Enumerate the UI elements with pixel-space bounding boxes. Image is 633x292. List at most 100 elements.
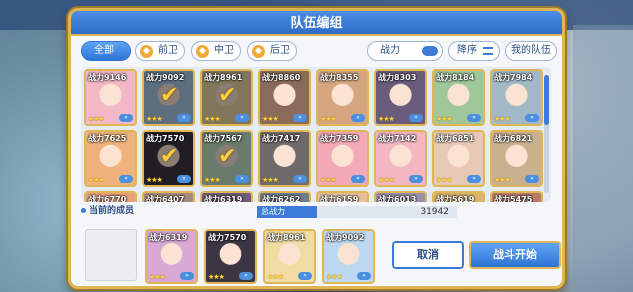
roster-character-card[interactable]: 战力8184 ★★★ » xyxy=(432,69,485,126)
tab-all[interactable]: 全部 xyxy=(81,41,131,61)
character-power: 战力7570 xyxy=(208,233,247,242)
character-power: 战力5619 xyxy=(436,195,475,202)
rank-badge-icon: » xyxy=(409,114,423,122)
party-member-slot[interactable]: 战力6319 ★★★ » xyxy=(145,229,198,284)
tab-midguard[interactable]: ◆ 中卫 xyxy=(191,41,241,61)
roster-character-card[interactable]: 战力9092 ★★★ » ✔ xyxy=(142,69,195,126)
roster-character-card[interactable]: 战力5475★★★» xyxy=(490,191,543,202)
total-power-value: 31942 xyxy=(420,207,449,217)
character-power: 战力6821 xyxy=(494,134,533,143)
star-rating: ★★★ xyxy=(262,115,279,123)
star-rating: ★★★ xyxy=(320,176,337,184)
sort-select[interactable]: 战力 xyxy=(367,41,443,61)
roster-character-card[interactable]: 战力6013★★★» xyxy=(374,191,427,202)
roster-character-card[interactable]: 战力7417 ★★★ » xyxy=(258,130,311,187)
character-power: 战力6407 xyxy=(146,195,185,202)
tab-vanguard[interactable]: ◆ 前卫 xyxy=(135,41,185,61)
my-team-button[interactable]: 我的队伍 xyxy=(505,41,557,61)
empty-party-slot[interactable] xyxy=(85,229,137,281)
dialog-title: 队伍编组 xyxy=(71,11,562,36)
roster-character-card[interactable]: 战力7570 ★★★ » ✔ xyxy=(142,130,195,187)
rank-badge-icon: » xyxy=(119,114,133,122)
star-rating: ★★★ xyxy=(267,273,284,281)
party-member-card[interactable]: 战力6319 ★★★ » xyxy=(145,229,198,284)
rank-badge-icon: » xyxy=(177,175,191,183)
selected-check-icon: ✔ xyxy=(218,83,237,108)
roster-character-card[interactable]: 战力7567 ★★★ » ✔ xyxy=(200,130,253,187)
star-rating: ★★★ xyxy=(204,115,221,123)
character-power: 战力8860 xyxy=(262,73,301,82)
character-power: 战力7570 xyxy=(146,134,185,143)
character-power: 战力5475 xyxy=(494,195,533,202)
roster-character-card[interactable]: 战力8355 ★★★ » xyxy=(316,69,369,126)
character-power: 战力8961 xyxy=(204,73,243,82)
sort-order-icon xyxy=(483,47,493,55)
character-power: 战力9092 xyxy=(146,73,185,82)
order-label: 降序 xyxy=(457,45,477,56)
party-member-card[interactable]: 战力9092 ★★★ » xyxy=(322,229,375,284)
star-rating: ★★★ xyxy=(146,176,163,184)
party-member-slot[interactable]: 战力8961 ★★★ » xyxy=(263,229,316,284)
staff-icon: ◆ xyxy=(252,45,265,58)
party-member-card[interactable]: 战力7570 ★★★ » xyxy=(204,229,257,284)
star-rating: ★★★ xyxy=(262,176,279,184)
sort-toggle-icon xyxy=(422,46,438,56)
scroll-thumb[interactable] xyxy=(544,75,549,125)
rank-badge-icon: » xyxy=(357,272,371,280)
roster-character-card[interactable]: 战力8961 ★★★ » ✔ xyxy=(200,69,253,126)
background-side xyxy=(573,25,633,292)
filter-toolbar: 全部 ◆ 前卫 ◆ 中卫 ◆ 后卫 战力 降序 我的队伍 xyxy=(77,41,557,63)
roster-character-card[interactable]: 战力7625 ★★★ » xyxy=(84,130,137,187)
battle-start-button[interactable]: 战斗开始 xyxy=(469,241,561,269)
roster-character-card[interactable]: 战力6851 ★★★ » xyxy=(432,130,485,187)
rank-badge-icon: » xyxy=(235,175,249,183)
tab-midguard-label: 中卫 xyxy=(214,45,234,56)
rank-badge-icon: » xyxy=(239,272,253,280)
roster-character-card[interactable]: 战力6262★★★» xyxy=(258,191,311,202)
party-member-card[interactable]: 战力8961 ★★★ » xyxy=(263,229,316,284)
star-rating: ★★★ xyxy=(320,115,337,123)
rank-badge-icon: » xyxy=(467,114,481,122)
order-button[interactable]: 降序 xyxy=(448,41,500,61)
roster-character-card[interactable]: 战力6770★★★» xyxy=(84,191,137,202)
roster-character-card[interactable]: 战力7142 ★★★ » xyxy=(374,130,427,187)
character-power: 战力7359 xyxy=(320,134,359,143)
roster-character-card[interactable]: 战力6821 ★★★ » xyxy=(490,130,543,187)
star-rating: ★★★ xyxy=(378,176,395,184)
roster-character-card[interactable]: 战力8860 ★★★ » xyxy=(258,69,311,126)
roster-character-card[interactable]: 战力6407★★★» xyxy=(142,191,195,202)
rank-badge-icon: » xyxy=(351,175,365,183)
star-rating: ★★★ xyxy=(208,273,225,281)
roster-character-card[interactable]: 战力6159★★★» xyxy=(316,191,369,202)
roster-character-card[interactable]: 战力7359 ★★★ » xyxy=(316,130,369,187)
character-power: 战力8184 xyxy=(436,73,475,82)
character-power: 战力6262 xyxy=(262,195,301,202)
character-power: 战力6770 xyxy=(88,195,127,202)
character-power: 战力7142 xyxy=(378,134,417,143)
character-power: 战力6319 xyxy=(149,233,188,242)
sword-icon: ◆ xyxy=(196,45,209,58)
team-formation-dialog: 队伍编组 全部 ◆ 前卫 ◆ 中卫 ◆ 后卫 战力 降序 我的队伍 战力9146 ★★★… xyxy=(68,8,565,289)
roster-character-card[interactable]: 战力8303 ★★★ » xyxy=(374,69,427,126)
cancel-button[interactable]: 取消 xyxy=(392,241,464,269)
roster-character-card[interactable]: 战力9146 ★★★ » xyxy=(84,69,137,126)
rank-badge-icon: » xyxy=(235,114,249,122)
roster-scrollbar[interactable] xyxy=(544,75,549,193)
party-member-slot[interactable]: 战力7570 ★★★ » xyxy=(204,229,257,284)
party-member-slot[interactable]: 战力9092 ★★★ » xyxy=(322,229,375,284)
roster-grid: 战力9146 ★★★» 战力9092 ★★★» ✔ 战力8961 ★★★» ✔ 战力8860 ★★… xyxy=(84,69,543,202)
star-rating: ★★★ xyxy=(146,115,163,123)
tab-rearguard[interactable]: ◆ 后卫 xyxy=(247,41,297,61)
character-power: 战力9146 xyxy=(88,73,127,82)
rank-badge-icon: » xyxy=(293,175,307,183)
total-power-label: 总战力 xyxy=(257,206,317,218)
roster-character-card[interactable]: 战力7984 ★★★ » xyxy=(490,69,543,126)
rank-badge-icon: » xyxy=(119,175,133,183)
roster-character-card[interactable]: 战力5619★★★» xyxy=(432,191,485,202)
character-power: 战力6319 xyxy=(204,195,243,202)
character-power: 战力9092 xyxy=(326,233,365,242)
star-rating: ★★★ xyxy=(326,273,343,281)
star-rating: ★★★ xyxy=(494,115,511,123)
roster-character-card[interactable]: 战力6319★★★»✔ xyxy=(200,191,253,202)
rank-badge-icon: » xyxy=(351,114,365,122)
